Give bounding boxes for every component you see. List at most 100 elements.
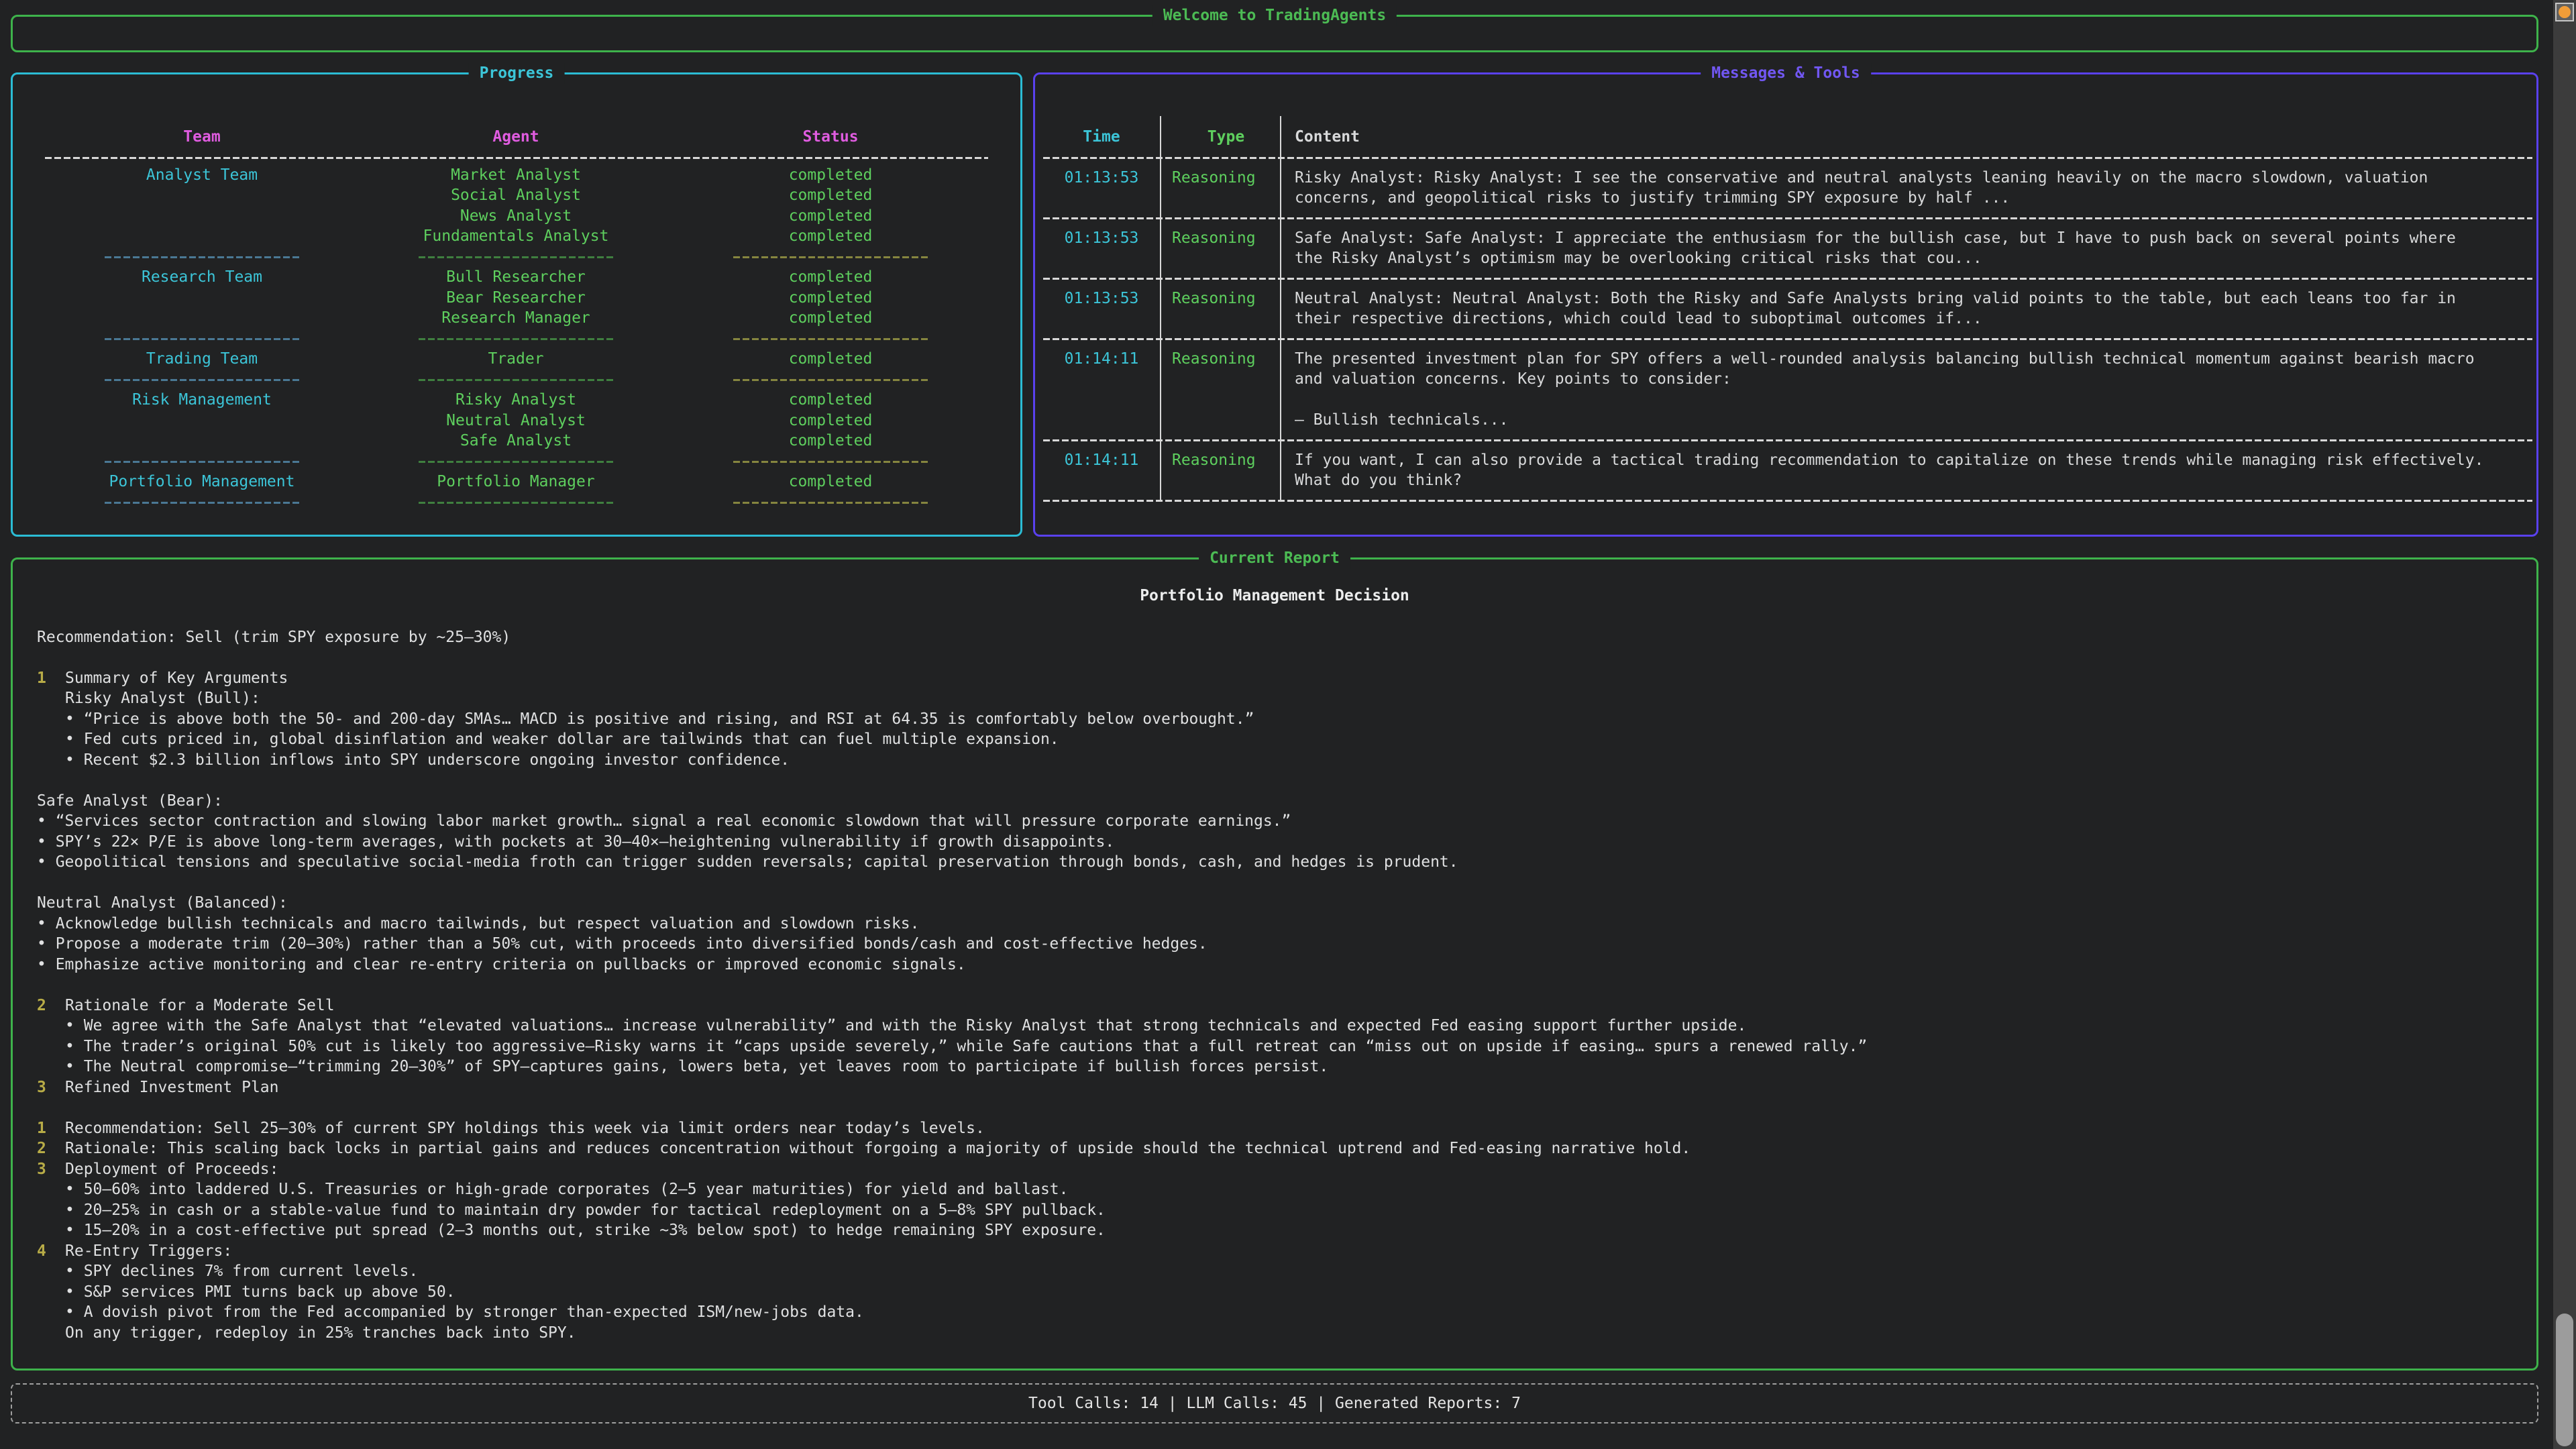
content-line: Risky Analyst: Risky Analyst: I see the … xyxy=(1295,168,2532,189)
content-line: and valuation concerns. Key points to co… xyxy=(1295,369,2532,390)
content-line: What do you think? xyxy=(1295,470,2532,491)
messages-table-header: Time Type Content xyxy=(1043,116,2532,157)
column-separator xyxy=(1160,116,1161,502)
time-cell: 01:14:11 xyxy=(1043,450,1160,491)
time-cell: 01:13:53 xyxy=(1043,168,1160,209)
welcome-banner: Welcome to TradingAgents xyxy=(11,15,2538,52)
content-line: the Risky Analyst’s optimism may be over… xyxy=(1295,248,2532,269)
report-line: 3Refined Investment Plan xyxy=(37,1077,2536,1098)
table-row: Bear Researchercompleted xyxy=(45,288,988,309)
content-cell: Safe Analyst: Safe Analyst: I appreciate… xyxy=(1280,228,2532,269)
current-report-panel: Current Report Portfolio Management Deci… xyxy=(11,557,2538,1371)
content-line: Safe Analyst: Safe Analyst: I appreciate… xyxy=(1295,228,2532,249)
group-divider xyxy=(45,247,988,268)
team-cell xyxy=(45,431,359,451)
scroll-marker-icon xyxy=(2559,6,2571,18)
table-row: Social Analystcompleted xyxy=(45,185,988,206)
agent-cell: Bear Researcher xyxy=(359,288,673,309)
content-cell: The presented investment plan for SPY of… xyxy=(1280,349,2532,431)
report-line: Recommendation: Sell (trim SPY exposure … xyxy=(37,627,2536,648)
report-line: • SPY declines 7% from current levels. xyxy=(37,1261,2536,1282)
status-cell: completed xyxy=(673,165,988,186)
progress-panel: Progress Team Agent Status Analyst TeamM… xyxy=(11,72,1022,537)
report-line: 1Summary of Key Arguments xyxy=(37,668,2536,689)
type-cell: Reasoning xyxy=(1160,349,1280,431)
report-line: • Recent $2.3 billion inflows into SPY u… xyxy=(37,750,2536,771)
team-cell xyxy=(45,226,359,247)
report-line: • Emphasize active monitoring and clear … xyxy=(37,955,2536,975)
row-divider xyxy=(1043,500,2532,502)
group-divider xyxy=(45,492,988,513)
table-row: Safe Analystcompleted xyxy=(45,431,988,451)
status-cell: completed xyxy=(673,431,988,451)
group-divider xyxy=(45,451,988,472)
report-line: • 50–60% into laddered U.S. Treasuries o… xyxy=(37,1179,2536,1200)
report-line: 2Rationale for a Moderate Sell xyxy=(37,996,2536,1016)
agent-cell: Fundamentals Analyst xyxy=(359,226,673,247)
list-number: 1 xyxy=(37,668,65,689)
report-line: Neutral Analyst (Balanced): xyxy=(37,893,2536,914)
message-row: 01:14:11ReasoningThe presented investmen… xyxy=(1043,340,2532,439)
report-line: • S&P services PMI turns back up above 5… xyxy=(37,1282,2536,1303)
agent-cell: Research Manager xyxy=(359,308,673,329)
content-line: – Bullish technicals... xyxy=(1295,410,2532,431)
content-line: If you want, I can also provide a tactic… xyxy=(1295,450,2532,471)
content-cell: Risky Analyst: Risky Analyst: I see the … xyxy=(1280,168,2532,209)
content-line: Neutral Analyst: Neutral Analyst: Both t… xyxy=(1295,288,2532,309)
team-cell: Portfolio Management xyxy=(45,472,359,492)
list-number: 1 xyxy=(37,1118,65,1139)
scrollbar-top-button[interactable] xyxy=(2555,3,2574,21)
content-line: concerns, and geopolitical risks to just… xyxy=(1295,188,2532,209)
messages-panel: Messages & Tools Time Type Content 01:13… xyxy=(1033,72,2538,537)
report-line: • “Price is above both the 50- and 200-d… xyxy=(37,709,2536,730)
team-cell: Analyst Team xyxy=(45,165,359,186)
report-blank-line xyxy=(37,1097,2536,1118)
report-line: 3Deployment of Proceeds: xyxy=(37,1159,2536,1180)
status-cell: completed xyxy=(673,267,988,288)
column-header-time: Time xyxy=(1043,127,1160,148)
column-header-content: Content xyxy=(1280,127,2532,148)
list-number: 4 xyxy=(37,1241,65,1262)
table-row: Risk ManagementRisky Analystcompleted xyxy=(45,390,988,411)
status-cell: completed xyxy=(673,308,988,329)
scrollbar-track[interactable] xyxy=(2553,0,2576,1449)
report-blank-line xyxy=(37,873,2536,894)
messages-table: Time Type Content 01:13:53ReasoningRisky… xyxy=(1043,116,2532,502)
agent-cell: Social Analyst xyxy=(359,185,673,206)
column-separator xyxy=(1280,116,1281,502)
status-cell: completed xyxy=(673,472,988,492)
team-cell xyxy=(45,288,359,309)
column-header-agent: Agent xyxy=(359,127,673,148)
progress-table-header: Team Agent Status xyxy=(45,127,988,148)
table-row: Analyst TeamMarket Analystcompleted xyxy=(45,165,988,186)
table-row: Research Managercompleted xyxy=(45,308,988,329)
report-line: • The trader’s original 50% cut is likel… xyxy=(37,1036,2536,1057)
type-cell: Reasoning xyxy=(1160,228,1280,269)
time-cell: 01:13:53 xyxy=(1043,228,1160,269)
status-cell: completed xyxy=(673,288,988,309)
messages-table-body: 01:13:53ReasoningRisky Analyst: Risky An… xyxy=(1043,159,2532,502)
report-line: • 15–20% in a cost-effective put spread … xyxy=(37,1220,2536,1241)
report-body: Recommendation: Sell (trim SPY exposure … xyxy=(13,627,2536,1344)
agent-cell: News Analyst xyxy=(359,206,673,227)
message-row: 01:14:11ReasoningIf you want, I can also… xyxy=(1043,441,2532,500)
report-line: • Fed cuts priced in, global disinflatio… xyxy=(37,729,2536,750)
report-line: • SPY’s 22× P/E is above long-term avera… xyxy=(37,832,2536,853)
agent-cell: Bull Researcher xyxy=(359,267,673,288)
stats-footer: Tool Calls: 14 | LLM Calls: 45 | Generat… xyxy=(11,1383,2538,1424)
status-cell: completed xyxy=(673,206,988,227)
report-heading: Portfolio Management Decision xyxy=(13,586,2536,606)
table-row: Portfolio ManagementPortfolio Managercom… xyxy=(45,472,988,492)
scrollbar-thumb[interactable] xyxy=(2556,1313,2573,1446)
team-cell: Research Team xyxy=(45,267,359,288)
status-cell: completed xyxy=(673,226,988,247)
report-line: • Propose a moderate trim (20–30%) rathe… xyxy=(37,934,2536,955)
team-cell xyxy=(45,185,359,206)
column-header-team: Team xyxy=(45,127,359,148)
message-row: 01:13:53ReasoningNeutral Analyst: Neutra… xyxy=(1043,280,2532,338)
team-cell: Risk Management xyxy=(45,390,359,411)
list-number: 3 xyxy=(37,1159,65,1180)
agent-cell: Neutral Analyst xyxy=(359,411,673,431)
content-line: The presented investment plan for SPY of… xyxy=(1295,349,2532,370)
type-cell: Reasoning xyxy=(1160,168,1280,209)
